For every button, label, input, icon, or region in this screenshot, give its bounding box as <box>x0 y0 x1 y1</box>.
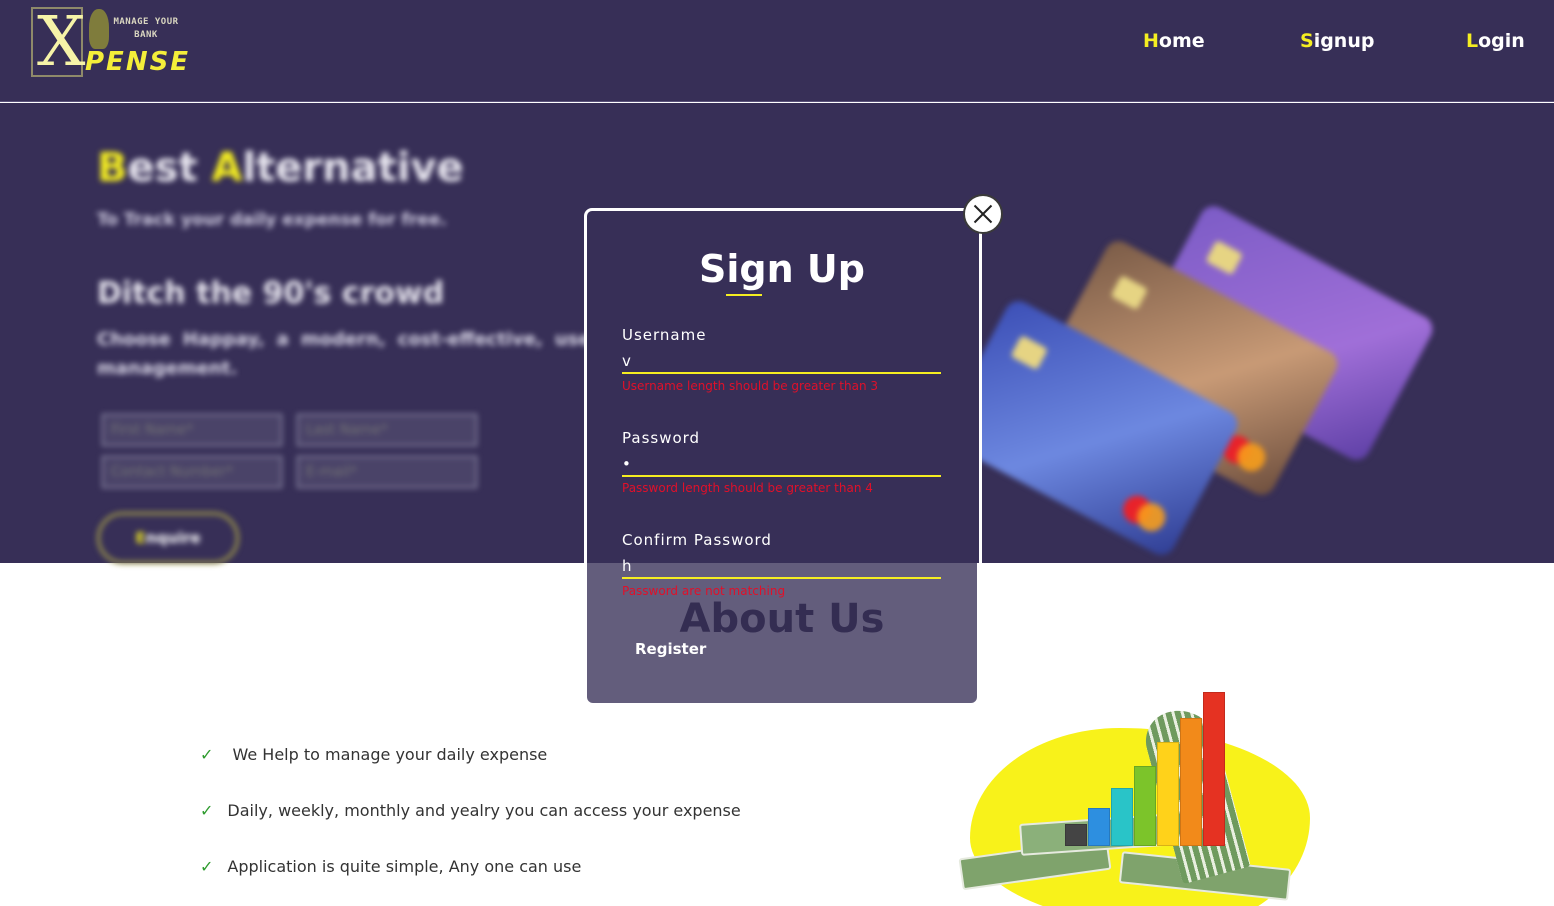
hero-subtitle: To Track your daily expense for free. <box>97 210 447 230</box>
signup-title: Sign Up <box>699 247 865 291</box>
username-input[interactable] <box>622 350 941 374</box>
username-error: Username length should be greater than 3 <box>622 379 879 393</box>
logo-frame: X <box>31 3 85 82</box>
card-chip-icon <box>1205 240 1244 276</box>
chart-bar <box>1111 788 1133 846</box>
enquire-text: nquire <box>145 529 201 547</box>
confirm-password-error: Password are not matching <box>622 584 786 598</box>
logo-tagline: MANAGE YOUR BANK <box>113 17 179 40</box>
contact-number-field[interactable] <box>102 456 282 488</box>
money-growth-illustration <box>958 688 1330 906</box>
nav-login-link[interactable]: Login <box>1466 30 1525 52</box>
password-input[interactable] <box>622 453 941 477</box>
hero-heading: Ditch the 90's crowd <box>97 276 445 311</box>
hero-title-b: B <box>97 145 128 191</box>
credit-cards-image <box>930 201 1438 560</box>
checkmark-icon: ✓ <box>200 857 214 876</box>
hero-title: Best Alternative <box>97 145 464 191</box>
card-chip-icon <box>1110 275 1149 311</box>
hero-title-a: A <box>211 145 243 191</box>
last-name-field[interactable] <box>297 414 477 446</box>
nav-signup-initial: S <box>1300 30 1314 52</box>
chart-bar <box>1065 824 1087 846</box>
enquire-button[interactable]: Enquire <box>97 512 239 564</box>
nav-home-link[interactable]: Home <box>1143 30 1205 52</box>
close-icon[interactable] <box>963 194 1003 234</box>
checkmark-icon: ✓ <box>200 745 214 764</box>
nav-login-initial: L <box>1466 30 1479 52</box>
about-list-item: ✓ We Help to manage your daily expense <box>200 745 547 764</box>
nav-signup-text: ignup <box>1313 30 1375 52</box>
username-label: Username <box>622 326 707 344</box>
chart-bar <box>1180 718 1202 846</box>
chart-bar <box>1157 742 1179 846</box>
register-button[interactable]: Register <box>635 640 706 658</box>
mastercard-icon <box>1118 490 1171 537</box>
hero-title-lternative: lternative <box>242 145 464 191</box>
nav-login-text: ogin <box>1478 30 1525 52</box>
about-item-text: Daily, weekly, monthly and yealry you ca… <box>227 801 741 820</box>
navbar: X MANAGE YOUR BANK PENSE Home Signup Log… <box>0 0 1554 102</box>
logo-wordmark: PENSE <box>85 47 191 77</box>
about-list-item: ✓ Application is quite simple, Any one ca… <box>200 857 581 876</box>
card-chip-icon <box>1010 335 1049 371</box>
owl-icon <box>89 9 109 49</box>
checkmark-icon: ✓ <box>200 801 214 820</box>
about-item-text: We Help to manage your daily expense <box>227 745 548 764</box>
email-field[interactable] <box>297 456 477 488</box>
title-underline <box>726 294 762 296</box>
chart-bar <box>1203 692 1225 846</box>
chart-bar <box>1088 808 1110 846</box>
about-item-text: Application is quite simple, Any one can… <box>227 857 582 876</box>
confirm-password-label: Confirm Password <box>622 531 772 549</box>
chart-bar <box>1134 766 1156 846</box>
nav-home-text: ome <box>1158 30 1205 52</box>
confirm-password-input[interactable] <box>622 555 941 579</box>
logo-letter: X <box>37 3 86 82</box>
nav-home-initial: H <box>1143 30 1159 52</box>
enquire-initial: E <box>135 529 146 547</box>
nav-signup-link[interactable]: Signup <box>1300 30 1374 52</box>
about-list-item: ✓ Daily, weekly, monthly and yealry you c… <box>200 801 741 820</box>
logo[interactable]: X MANAGE YOUR BANK PENSE <box>31 3 188 82</box>
password-label: Password <box>622 429 701 447</box>
first-name-field[interactable] <box>102 414 282 446</box>
hero-title-est: est <box>127 145 212 191</box>
password-error: Password length should be greater than 4 <box>622 481 873 495</box>
